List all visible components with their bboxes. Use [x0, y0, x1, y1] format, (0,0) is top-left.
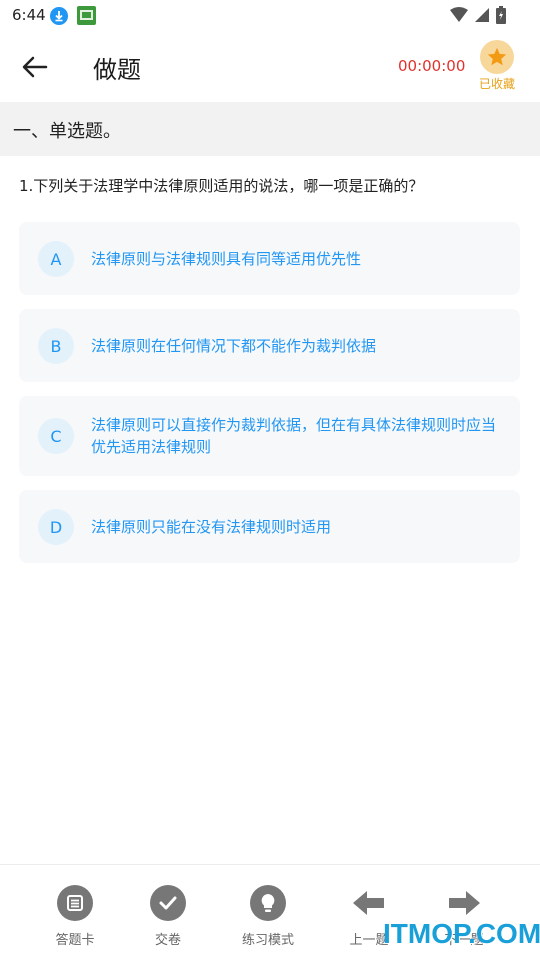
option-letter: B [38, 328, 74, 364]
header: 做题 00:00:00 已收藏 [0, 32, 540, 102]
lightbulb-icon [250, 885, 286, 921]
arrow-right-icon [449, 891, 480, 915]
option-b[interactable]: B 法律原则在任何情况下都不能作为裁判依据 [19, 309, 520, 382]
question-text: 1.下列关于法理学中法律原则适用的说法，哪一项是正确的？ [19, 177, 424, 195]
option-text: 法律原则可以直接作为裁判依据，但在有具体法律规则时应当优先适用法律规则 [91, 416, 497, 456]
status-time: 6:44 [12, 6, 46, 24]
back-arrow-icon[interactable] [20, 52, 50, 82]
system-status-icons [450, 6, 506, 24]
wifi-icon [450, 7, 468, 22]
option-letter: C [38, 418, 74, 454]
option-text: 法律原则只能在没有法律规则时适用 [91, 518, 332, 536]
favorite-label: 已收藏 [478, 77, 515, 91]
app-logo-icon [77, 6, 96, 25]
battery-icon [496, 6, 506, 24]
list-icon [57, 885, 93, 921]
favorite-button[interactable]: 已收藏 [476, 40, 518, 92]
check-icon [150, 885, 186, 921]
arrow-left-icon [353, 891, 384, 915]
option-letter: D [38, 509, 74, 545]
signal-icon [475, 8, 489, 22]
submit-button[interactable]: 交卷 [128, 885, 208, 948]
watermark: ITMOP.COM [383, 918, 540, 949]
option-a[interactable]: A 法律原则与法律规则具有同等适用优先性 [19, 222, 520, 295]
status-bar: 6:44 [0, 0, 540, 32]
answer-card-label: 答题卡 [55, 933, 95, 948]
practice-mode-label: 练习模式 [241, 933, 294, 948]
option-letter: A [38, 241, 74, 277]
answer-card-button[interactable]: 答题卡 [35, 885, 115, 948]
page-title: 做题 [93, 56, 141, 84]
timer: 00:00:00 [398, 57, 466, 75]
download-icon [50, 7, 68, 25]
option-text: 法律原则与法律规则具有同等适用优先性 [91, 250, 362, 268]
option-d[interactable]: D 法律原则只能在没有法律规则时适用 [19, 490, 520, 563]
option-text: 法律原则在任何情况下都不能作为裁判依据 [91, 337, 377, 355]
submit-label: 交卷 [154, 933, 181, 948]
practice-mode-button[interactable]: 练习模式 [228, 885, 308, 948]
section-title: 一、单选题。 [13, 121, 121, 142]
option-c[interactable]: C 法律原则可以直接作为裁判依据，但在有具体法律规则时应当优先适用法律规则 [19, 396, 520, 476]
section-header: 一、单选题。 [0, 102, 540, 156]
star-icon [480, 40, 514, 74]
